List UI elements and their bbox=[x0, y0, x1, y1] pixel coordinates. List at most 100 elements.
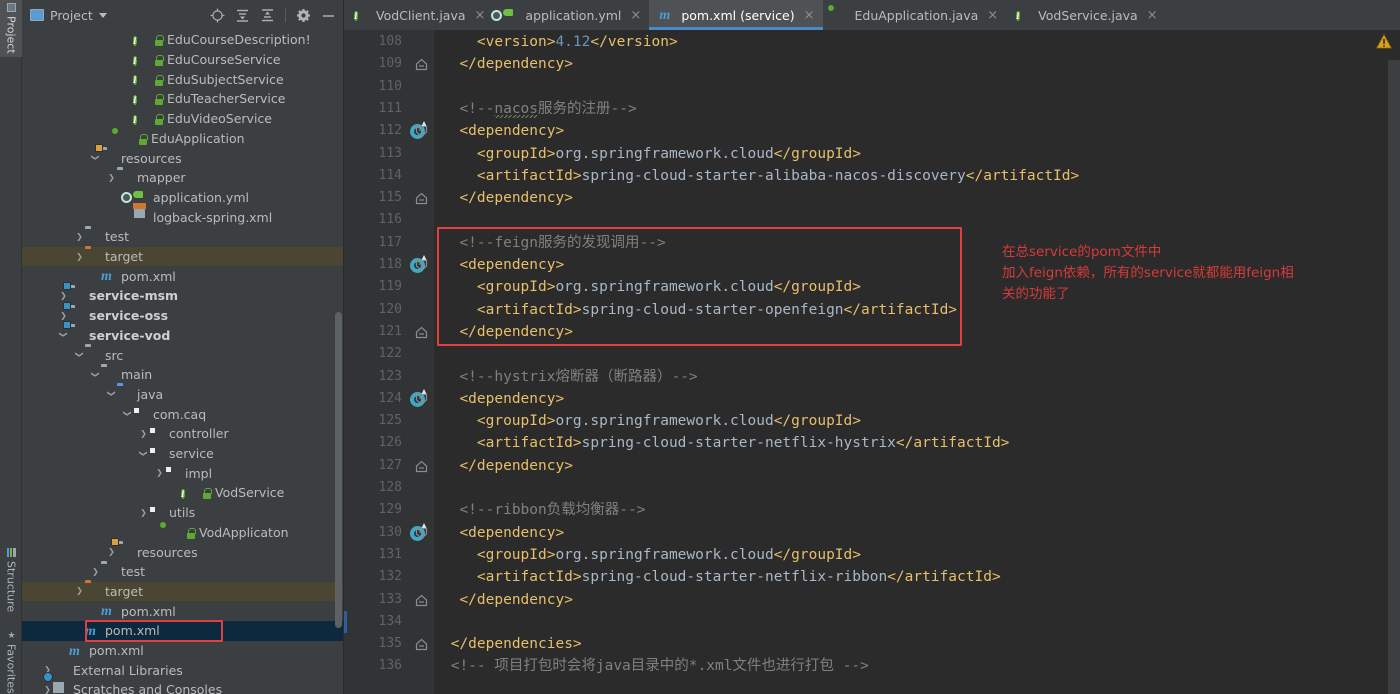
code-line[interactable]: <artifactId>spring-cloud-starter-openfei… bbox=[477, 299, 957, 321]
tree-node-service[interactable]: service bbox=[22, 444, 344, 464]
code-line[interactable]: <dependency> bbox=[459, 120, 564, 142]
chevron-down-icon[interactable] bbox=[122, 404, 133, 424]
line-number-gutter[interactable]: 108 109 110 111 112 113 114 115 116 117 118 119 120 1… bbox=[350, 30, 410, 694]
code-line[interactable]: <!-- 项目打包时会将java目录中的*.xml文件也进行打包 --> bbox=[451, 655, 869, 677]
fold-collapse-icon[interactable] bbox=[415, 527, 428, 540]
code-line[interactable]: <dependency> bbox=[459, 388, 564, 410]
editor-tab-vodclient-java[interactable]: I VodClient.java × bbox=[344, 0, 493, 30]
tree-node-eduapplication[interactable]: EduApplication bbox=[22, 129, 344, 149]
chevron-right-icon[interactable] bbox=[106, 168, 117, 188]
code-line[interactable]: <dependency> bbox=[459, 254, 564, 276]
tree-node-utils[interactable]: utils bbox=[22, 503, 344, 523]
code-line[interactable]: <dependency> bbox=[459, 522, 564, 544]
tree-node-logback-spring-xml[interactable]: logback-spring.xml bbox=[22, 207, 344, 227]
chevron-down-icon[interactable] bbox=[98, 12, 107, 18]
toolwindow-button-favorites[interactable]: ★ Favorites bbox=[0, 628, 22, 694]
chevron-right-icon[interactable] bbox=[74, 247, 85, 267]
tree-node-controller[interactable]: controller bbox=[22, 424, 344, 444]
collapse-all-icon[interactable] bbox=[260, 8, 275, 23]
code-line[interactable]: <artifactId>spring-cloud-starter-alibaba… bbox=[477, 165, 1079, 187]
tree-node-resources[interactable]: resources bbox=[22, 542, 344, 562]
close-icon[interactable]: × bbox=[987, 9, 998, 22]
code-folding-gutter[interactable] bbox=[410, 30, 434, 694]
fold-collapse-icon[interactable] bbox=[415, 125, 428, 138]
code-line[interactable]: </dependency> bbox=[459, 455, 573, 477]
code-line[interactable]: <!--hystrix熔断器（断路器）--> bbox=[459, 366, 697, 388]
minimize-icon[interactable] bbox=[321, 8, 336, 23]
close-icon[interactable]: × bbox=[1147, 9, 1158, 22]
fold-end-icon[interactable] bbox=[415, 326, 428, 339]
project-tree[interactable]: I EduCourseDescription! I EduCourseService I… bbox=[22, 30, 344, 694]
tree-node-service-vod[interactable]: service-vod bbox=[22, 326, 344, 346]
fold-end-icon[interactable] bbox=[415, 460, 428, 473]
project-panel-title-group[interactable]: Project bbox=[30, 8, 107, 23]
tree-node-educoursedescription[interactable]: I EduCourseDescription! bbox=[22, 30, 344, 50]
code-line[interactable]: <!--ribbon负载均衡器--> bbox=[459, 499, 645, 521]
tree-node-target[interactable]: target bbox=[22, 581, 344, 602]
code-line[interactable]: </dependency> bbox=[459, 589, 573, 611]
close-icon[interactable]: × bbox=[630, 9, 641, 22]
code-line[interactable]: </dependencies> bbox=[451, 633, 582, 655]
tree-node-eduteacherservice[interactable]: I EduTeacherService bbox=[22, 89, 344, 109]
tree-node-scratches-and-consoles[interactable]: Scratches and Consoles bbox=[22, 680, 344, 694]
code-line[interactable]: <groupId>org.springframework.cloud</grou… bbox=[477, 410, 861, 432]
fold-collapse-icon[interactable] bbox=[415, 259, 428, 272]
code-line[interactable]: <artifactId>spring-cloud-starter-netflix… bbox=[477, 432, 1010, 454]
gear-icon[interactable] bbox=[296, 8, 311, 23]
chevron-down-icon[interactable] bbox=[138, 444, 149, 464]
chevron-right-icon[interactable] bbox=[42, 680, 53, 694]
code-line[interactable]: <groupId>org.springframework.cloud</grou… bbox=[477, 544, 861, 566]
tree-node-src[interactable]: src bbox=[22, 345, 344, 365]
tree-node-target[interactable]: target bbox=[22, 246, 344, 267]
tree-node-vodapplicaton[interactable]: VodApplicaton bbox=[22, 523, 344, 543]
toolwindow-button-project[interactable]: Project bbox=[0, 0, 22, 57]
tree-node-vodservice[interactable]: I VodService bbox=[22, 483, 344, 503]
close-icon[interactable]: × bbox=[475, 9, 486, 22]
code-line[interactable]: <groupId>org.springframework.cloud</grou… bbox=[477, 276, 861, 298]
tree-node-com-caq[interactable]: com.caq bbox=[22, 404, 344, 424]
tree-node-resources[interactable]: resources bbox=[22, 148, 344, 168]
code-line[interactable]: </dependency> bbox=[459, 53, 573, 75]
tree-node-mapper[interactable]: mapper bbox=[22, 168, 344, 188]
chevron-down-icon[interactable] bbox=[74, 345, 85, 365]
chevron-right-icon[interactable] bbox=[138, 424, 149, 444]
chevron-down-icon[interactable] bbox=[90, 365, 101, 385]
tree-node-eduvideoservice[interactable]: I EduVideoService bbox=[22, 109, 344, 129]
code-line[interactable]: <version>4.12</version> bbox=[477, 31, 678, 53]
tree-node-test[interactable]: test bbox=[22, 227, 344, 247]
tree-node-pom-xml[interactable]: m pom.xml bbox=[22, 601, 344, 621]
tree-node-main[interactable]: main bbox=[22, 365, 344, 385]
chevron-right-icon[interactable] bbox=[138, 503, 149, 523]
toolwindow-button-structure[interactable]: Structure bbox=[0, 545, 22, 615]
tree-node-educourseservice[interactable]: I EduCourseService bbox=[22, 50, 344, 70]
tree-node-test[interactable]: test bbox=[22, 562, 344, 582]
fold-collapse-icon[interactable] bbox=[415, 393, 428, 406]
code-line[interactable]: </dependency> bbox=[459, 321, 573, 343]
code-line[interactable]: <artifactId>spring-cloud-starter-netflix… bbox=[477, 566, 1001, 588]
chevron-right-icon[interactable] bbox=[90, 562, 101, 582]
code-line[interactable]: <!--feign服务的发现调用--> bbox=[459, 232, 665, 254]
code-content[interactable]: <version>4.12</version> </dependency> <!--… bbox=[434, 30, 1400, 694]
tree-node-edusubjectservice[interactable]: I EduSubjectService bbox=[22, 69, 344, 89]
expand-all-icon[interactable] bbox=[235, 8, 250, 23]
editor-tab-application-yml[interactable]: application.yml × bbox=[493, 0, 649, 30]
project-tree-scrollbar[interactable] bbox=[335, 312, 342, 628]
tree-node-java[interactable]: java bbox=[22, 385, 344, 405]
locate-target-icon[interactable] bbox=[210, 8, 225, 23]
fold-end-icon[interactable] bbox=[415, 638, 428, 651]
tree-node-pom-xml[interactable]: m pom.xml bbox=[22, 621, 344, 641]
warning-triangle-icon[interactable] bbox=[1376, 33, 1392, 49]
tree-node-application-yml[interactable]: application.yml bbox=[22, 188, 344, 208]
fold-end-icon[interactable] bbox=[415, 192, 428, 205]
error-stripe-marker-panel[interactable] bbox=[1388, 60, 1400, 694]
chevron-right-icon[interactable] bbox=[74, 227, 85, 247]
tree-node-impl[interactable]: impl bbox=[22, 463, 344, 483]
chevron-down-icon[interactable] bbox=[106, 384, 117, 404]
editor-tab-vodservice-java[interactable]: I VodService.java × bbox=[1006, 0, 1165, 30]
chevron-right-icon[interactable] bbox=[74, 581, 85, 601]
tree-node-external-libraries[interactable]: External Libraries bbox=[22, 660, 344, 680]
editor-tab-eduapplication-java[interactable]: EduApplication.java × bbox=[823, 0, 1007, 30]
editor-tab-bar[interactable]: I VodClient.java × application.yml × m pom.xml… bbox=[344, 0, 1400, 30]
code-line[interactable]: </dependency> bbox=[459, 187, 573, 209]
code-line[interactable]: <!--nacos服务的注册--> bbox=[459, 98, 636, 120]
